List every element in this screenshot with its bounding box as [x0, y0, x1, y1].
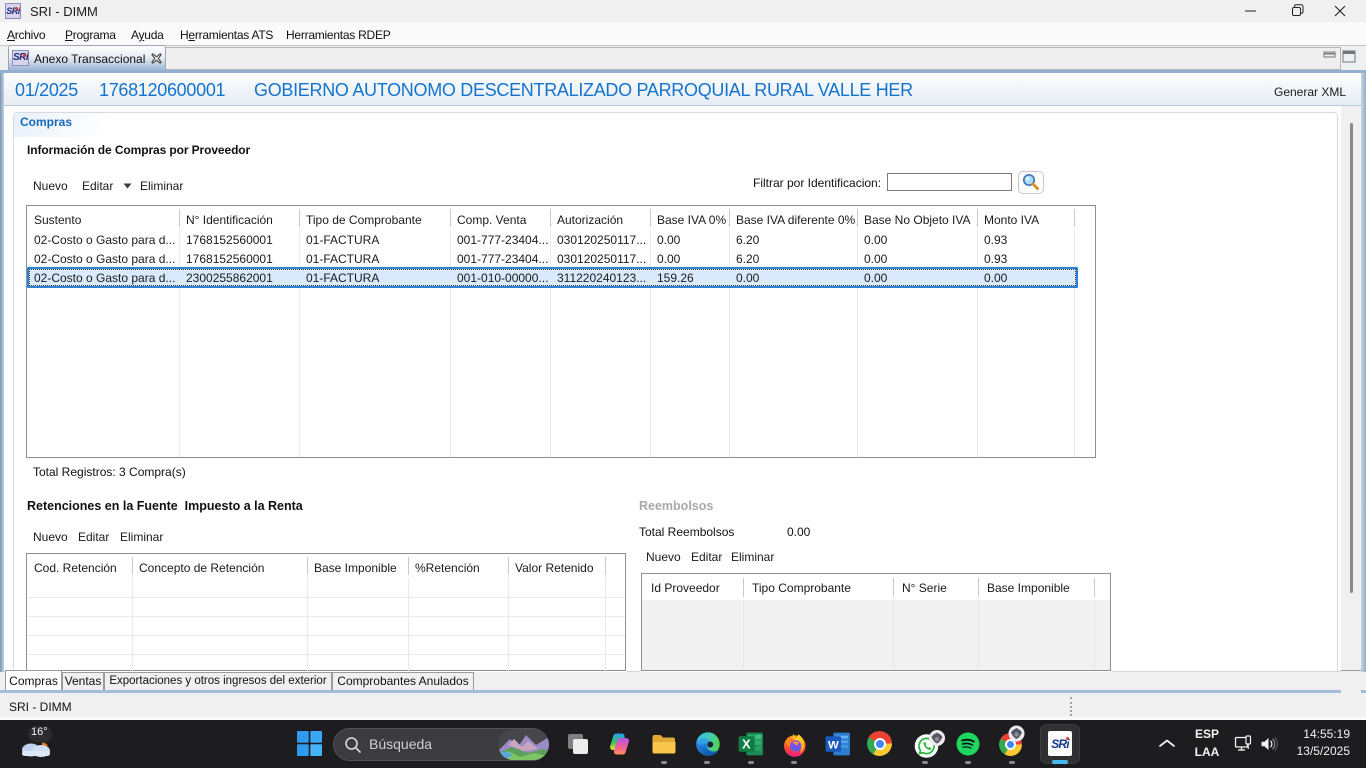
svg-text:X: X — [742, 737, 751, 752]
svg-text:W: W — [828, 739, 839, 751]
